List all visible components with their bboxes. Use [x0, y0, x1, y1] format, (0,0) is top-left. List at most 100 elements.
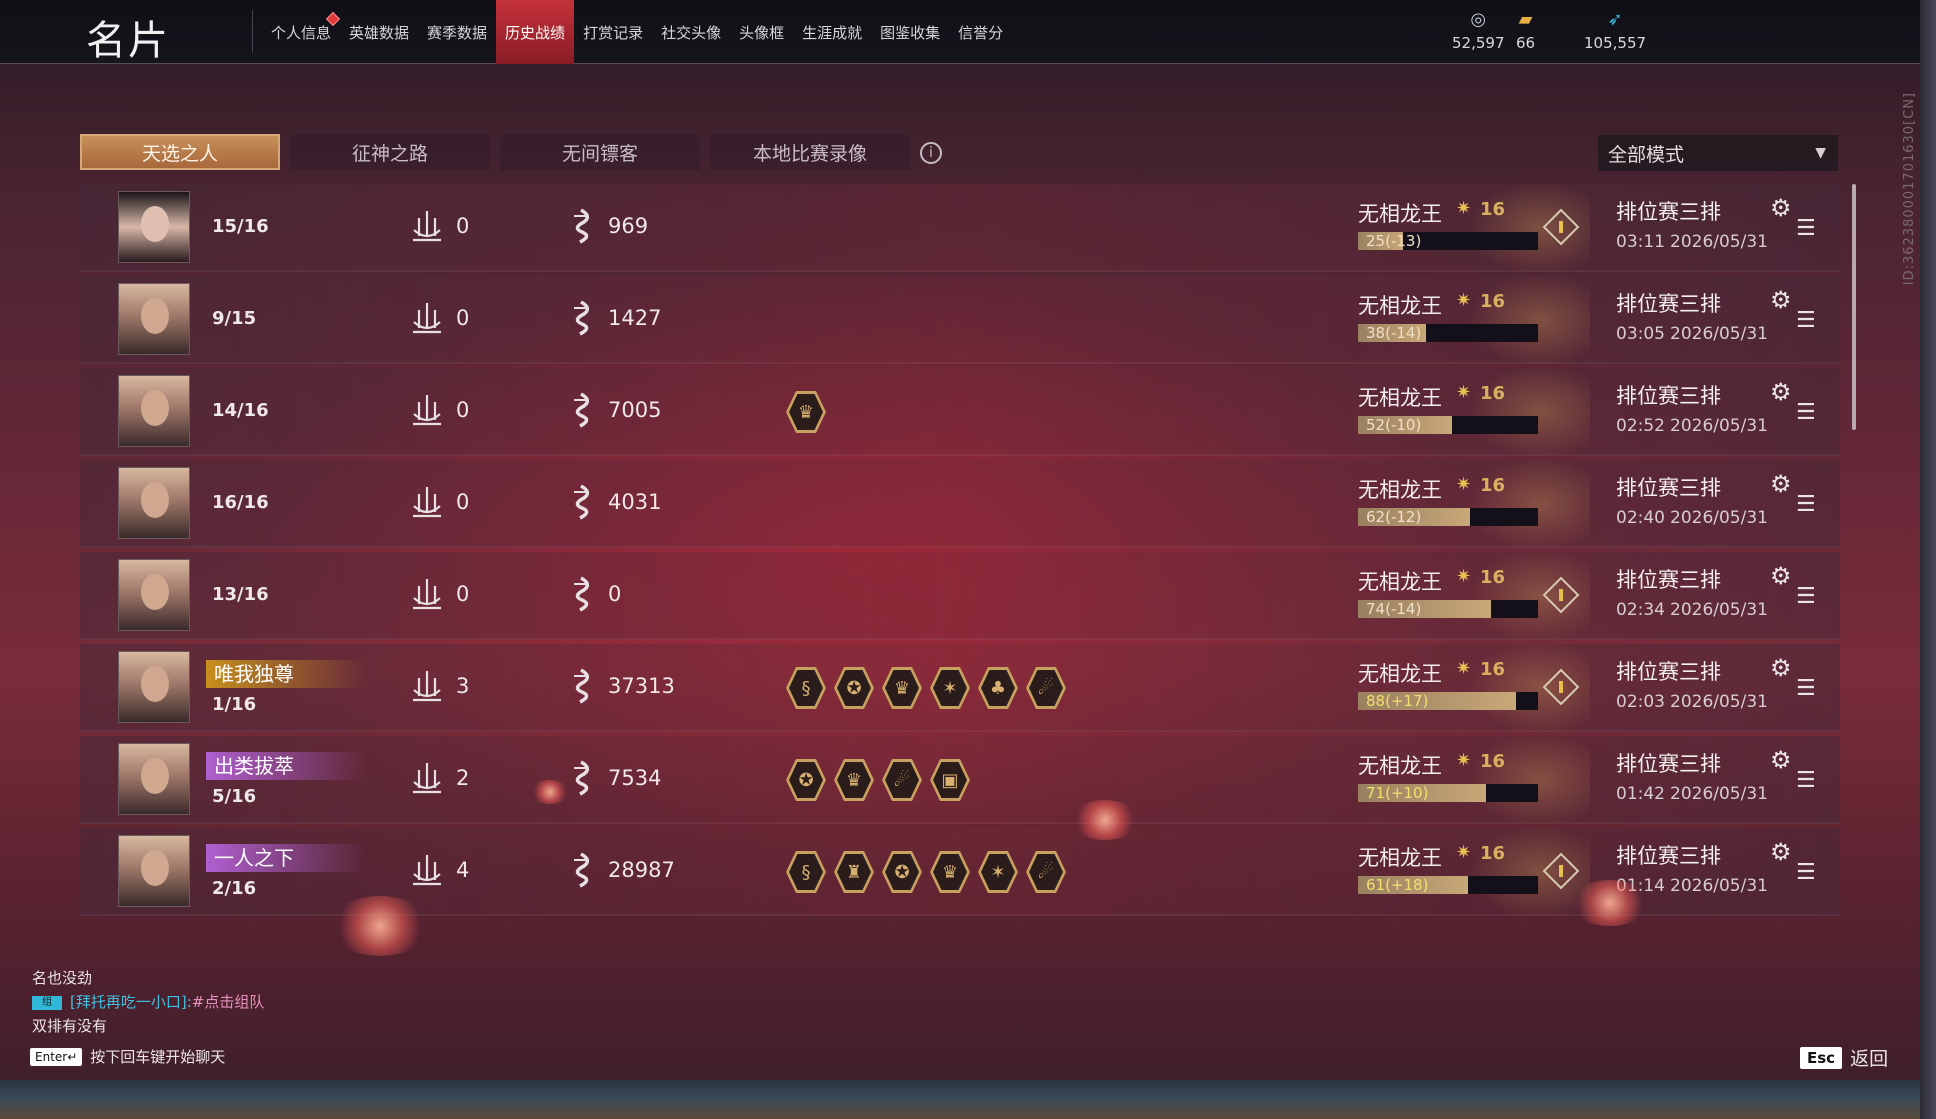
tab-8[interactable]: 图鉴收集 [871, 0, 949, 64]
scrollbar[interactable] [1852, 184, 1856, 430]
medal-glyph: ♜ [837, 854, 871, 890]
tab-label: 生涯成就 [802, 23, 863, 42]
menu-icon[interactable]: ☰ [1796, 308, 1816, 333]
subtab-3[interactable]: 本地比赛录像 [710, 134, 910, 170]
tab-2[interactable]: 赛季数据 [418, 0, 496, 64]
player-avatar[interactable] [118, 467, 190, 539]
menu-icon[interactable]: ☰ [1796, 768, 1816, 793]
mode-filter-select[interactable]: 全部模式 ▼ [1598, 135, 1838, 171]
medal-badge-icon[interactable]: ♛ [834, 759, 874, 801]
gear-icon[interactable]: ⚙ [1770, 562, 1792, 590]
medal-badge-icon[interactable]: ✪ [834, 667, 874, 709]
tab-5[interactable]: 社交头像 [652, 0, 730, 64]
tab-7[interactable]: 生涯成就 [793, 0, 871, 64]
match-type: 排位赛三排 [1616, 384, 1721, 408]
medal-badge-icon[interactable]: ☄ [1026, 667, 1066, 709]
kill-count: 0 [456, 582, 470, 606]
rank-star-icon: ✷ [1456, 290, 1472, 311]
medal-badge-icon[interactable]: ♛ [882, 667, 922, 709]
chat-input-hint[interactable]: Enter↵ 按下回车键开始聊天 [30, 1046, 225, 1067]
subtab-2[interactable]: 无间镖客 [500, 134, 700, 170]
info-icon[interactable]: i [920, 142, 942, 164]
mvp-mark-bar [1559, 681, 1563, 693]
gear-icon[interactable]: ⚙ [1770, 654, 1792, 682]
player-avatar[interactable] [118, 651, 190, 723]
medal-badge-icon[interactable]: ✪ [786, 759, 826, 801]
tab-label: 打赏记录 [583, 23, 644, 42]
medal-badge-icon[interactable]: ✶ [978, 851, 1018, 893]
gear-icon[interactable]: ⚙ [1770, 746, 1792, 774]
chat-message: 名也没劲 [32, 969, 93, 987]
gear-icon[interactable]: ⚙ [1770, 470, 1792, 498]
match-date: 2026/05/31 [1670, 508, 1768, 528]
gear-icon[interactable]: ⚙ [1770, 286, 1792, 314]
tab-9[interactable]: 信誉分 [949, 0, 1012, 64]
rank-name: 无相龙王 [1358, 662, 1442, 686]
tab-0[interactable]: 个人信息 [262, 0, 341, 64]
coin-icon: ◎ [1470, 9, 1487, 30]
kill-count: 2 [456, 766, 470, 790]
join-team-link[interactable]: #点击组队 [192, 993, 265, 1011]
avatar-face [141, 206, 169, 242]
rank-level: 16 [1480, 751, 1506, 772]
medal-badge-icon[interactable]: ☄ [882, 759, 922, 801]
match-row[interactable]: 13/16 0 0 无相龙王 ✷ 16 74(-14) 排位赛三排 02:34 2026/05/3… [80, 552, 1840, 640]
match-time: 02:52 [1616, 416, 1665, 436]
medal-badge-icon[interactable]: ♛ [930, 851, 970, 893]
medal-glyph: ☄ [1029, 670, 1063, 706]
kill-count: 4 [456, 858, 470, 882]
menu-icon[interactable]: ☰ [1796, 400, 1816, 425]
currency-item: ◎ 52,597 [1452, 9, 1505, 53]
subtab-1[interactable]: 征神之路 [290, 134, 490, 170]
menu-icon[interactable]: ☰ [1796, 584, 1816, 609]
medal-badge-icon[interactable]: § [786, 667, 826, 709]
medal-badge-icon[interactable]: ✶ [930, 667, 970, 709]
match-row[interactable]: 出类拔萃 5/16 2 7534 ✪ ♛ ☄ ▣ 无相龙王 ✷ 16 71(+10) 排位赛三排 01:4… [80, 736, 1840, 824]
match-history-list: 15/16 0 969 无相龙王 ✷ 16 25(-13) 排位赛三排 03:11 2026/05… [80, 184, 1840, 916]
match-row[interactable]: 14/16 0 7005 ♛ 无相龙王 ✷ 16 52(-10) 排位赛三排 02:52 2026/… [80, 368, 1840, 456]
player-avatar[interactable] [118, 283, 190, 355]
match-row[interactable]: 15/16 0 969 无相龙王 ✷ 16 25(-13) 排位赛三排 03:11 2026/05… [80, 184, 1840, 272]
chat-user-link[interactable]: [拜托再吃一小口]: [70, 993, 192, 1011]
tab-3[interactable]: 历史战绩 [496, 0, 575, 64]
placement: 9/15 [212, 308, 257, 329]
rank-level: 16 [1480, 383, 1506, 404]
menu-icon[interactable]: ☰ [1796, 860, 1816, 885]
medal-badge-icon[interactable]: ♜ [834, 851, 874, 893]
medal-badge-icon[interactable]: ✪ [882, 851, 922, 893]
medal-glyph: ▣ [933, 762, 967, 798]
medal-badge-icon[interactable]: § [786, 851, 826, 893]
subtab-0[interactable]: 天选之人 [80, 134, 280, 170]
gear-icon[interactable]: ⚙ [1770, 378, 1792, 406]
player-avatar[interactable] [118, 559, 190, 631]
player-avatar[interactable] [118, 375, 190, 447]
player-avatar[interactable] [118, 743, 190, 815]
menu-icon[interactable]: ☰ [1796, 492, 1816, 517]
match-row[interactable]: 唯我独尊 1/16 3 37313 § ✪ ♛ ✶ ♣ ☄ 无相龙王 ✷ 16 88(+17) 排位赛三排 0… [80, 644, 1840, 732]
tab-1[interactable]: 英雄数据 [340, 0, 418, 64]
rank-progress-bar: 74(-14) [1358, 600, 1538, 618]
medal-badge-icon[interactable]: ☄ [1026, 851, 1066, 893]
match-row[interactable]: 9/15 0 1427 无相龙王 ✷ 16 38(-14) 排位赛三排 03:05 2026/05… [80, 276, 1840, 364]
gear-icon[interactable]: ⚙ [1770, 838, 1792, 866]
tab-4[interactable]: 打赏记录 [574, 0, 652, 64]
rank-star-icon: ✷ [1456, 474, 1472, 495]
achievement-title-badge: 出类拔萃 [206, 752, 366, 780]
medal-badge-icon[interactable]: ♣ [978, 667, 1018, 709]
match-row[interactable]: 16/16 0 4031 无相龙王 ✷ 16 62(-12) 排位赛三排 02:40 2026/0… [80, 460, 1840, 548]
player-avatar[interactable] [118, 835, 190, 907]
damage-value: 969 [608, 214, 649, 238]
menu-icon[interactable]: ☰ [1796, 676, 1816, 701]
medal-badge-icon[interactable]: ▣ [930, 759, 970, 801]
medal-glyph: ♛ [789, 394, 823, 430]
tab-6[interactable]: 头像框 [730, 0, 793, 64]
chat-message[interactable]: 组 [拜托再吃一小口]:#点击组队 [32, 990, 264, 1014]
match-type: 排位赛三排 [1616, 568, 1721, 592]
medal-badge-icon[interactable]: ♛ [786, 391, 826, 433]
back-button[interactable]: Esc 返回 [1800, 1044, 1888, 1071]
gear-icon[interactable]: ⚙ [1770, 194, 1792, 222]
player-avatar[interactable] [118, 191, 190, 263]
kill-count: 0 [456, 490, 470, 514]
menu-icon[interactable]: ☰ [1796, 216, 1816, 241]
rank-points-change: 52(-10) [1366, 416, 1422, 434]
